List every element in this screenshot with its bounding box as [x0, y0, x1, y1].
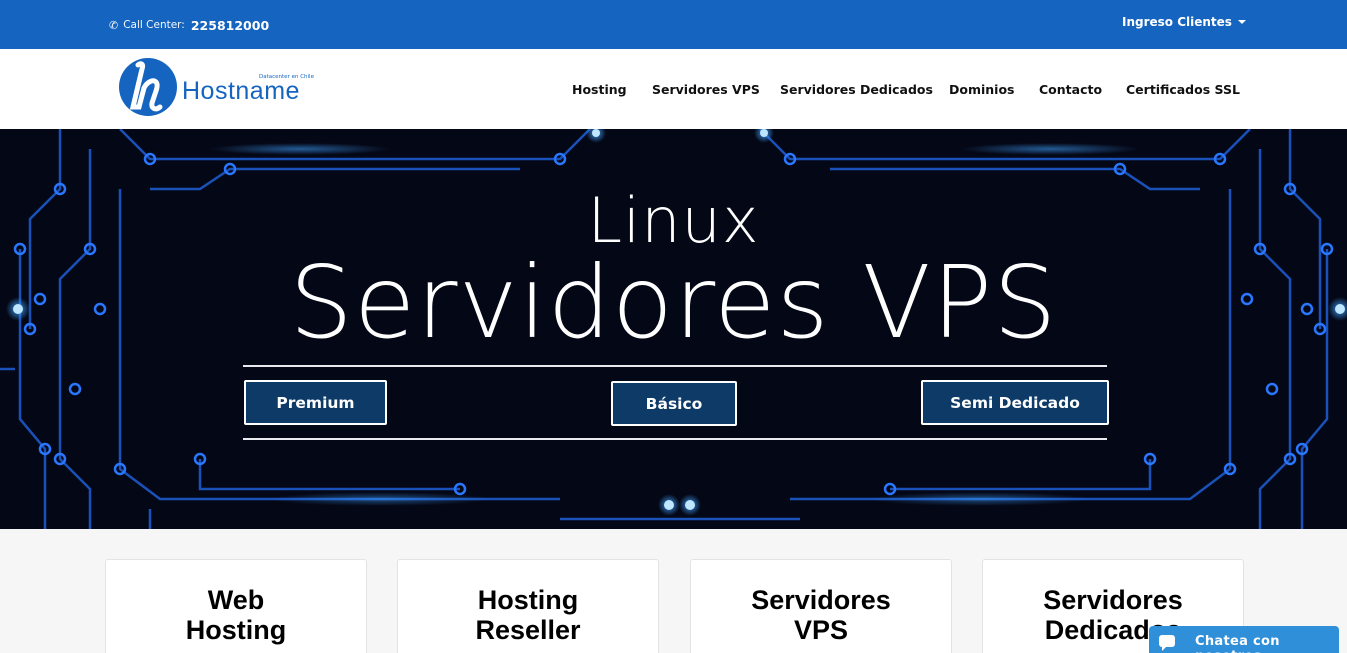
hero-banner: Linux Servidores VPS Premium Básico Semi… [0, 129, 1347, 529]
nav-item-servidores-dedicados[interactable]: Servidores Dedicados [780, 82, 933, 97]
hero-divider-bottom [243, 438, 1107, 440]
phone-icon: ✆ [109, 18, 119, 32]
card-hosting-reseller[interactable]: Hosting Reseller [397, 559, 659, 653]
card-web-hosting[interactable]: Web Hosting [105, 559, 367, 653]
client-login-dropdown[interactable]: Ingreso Clientes [1122, 15, 1246, 29]
nav-item-contacto[interactable]: Contacto [1039, 82, 1102, 97]
hero-title: Servidores VPS [289, 244, 1058, 361]
card-title: Servidores VPS [691, 585, 951, 645]
card-title: Web Hosting [106, 585, 366, 645]
hero-divider-top [243, 365, 1107, 367]
card-title-line: Reseller [475, 615, 581, 645]
card-title-line: Web [207, 585, 265, 615]
chat-widget-button[interactable]: Chatea con nosotros [1149, 626, 1339, 653]
caret-down-icon [1237, 20, 1246, 24]
chat-label: Chatea con nosotros [1195, 634, 1280, 653]
main-navbar: Datacenter en Chile Hostname Hosting Ser… [0, 49, 1347, 129]
call-center-number[interactable]: 225812000 [191, 18, 269, 33]
card-title-line: Hosting [185, 615, 287, 645]
call-center: ✆ Call Center: 225812000 [109, 16, 269, 34]
card-title-line: Hosting [477, 585, 579, 615]
call-center-label: Call Center: [123, 19, 185, 31]
nav-item-certificados-ssl[interactable]: Certificados SSL [1126, 82, 1240, 97]
chat-bubble-icon [1159, 635, 1175, 651]
card-title-line: Servidores [751, 585, 891, 615]
logo-h-icon [119, 58, 177, 116]
top-bar: ✆ Call Center: 225812000 Ingreso Cliente… [0, 0, 1347, 49]
plan-basico-button[interactable]: Básico [611, 381, 737, 426]
nav-item-dominios[interactable]: Dominios [949, 82, 1015, 97]
hero-subtitle: Linux [587, 184, 760, 257]
hostname-logo[interactable]: Datacenter en Chile Hostname [118, 55, 318, 119]
card-servidores-vps[interactable]: Servidores VPS [690, 559, 952, 653]
plan-semi-dedicado-button[interactable]: Semi Dedicado [921, 380, 1109, 425]
card-title-line: Servidores [1043, 585, 1183, 615]
plan-premium-button[interactable]: Premium [244, 380, 387, 425]
nav-item-servidores-vps[interactable]: Servidores VPS [652, 82, 760, 97]
logo-wordmark: Hostname [182, 77, 300, 105]
card-title-line: VPS [793, 615, 849, 645]
nav-item-hosting[interactable]: Hosting [572, 82, 627, 97]
card-title: Hosting Reseller [398, 585, 658, 645]
client-login-label: Ingreso Clientes [1122, 15, 1232, 29]
